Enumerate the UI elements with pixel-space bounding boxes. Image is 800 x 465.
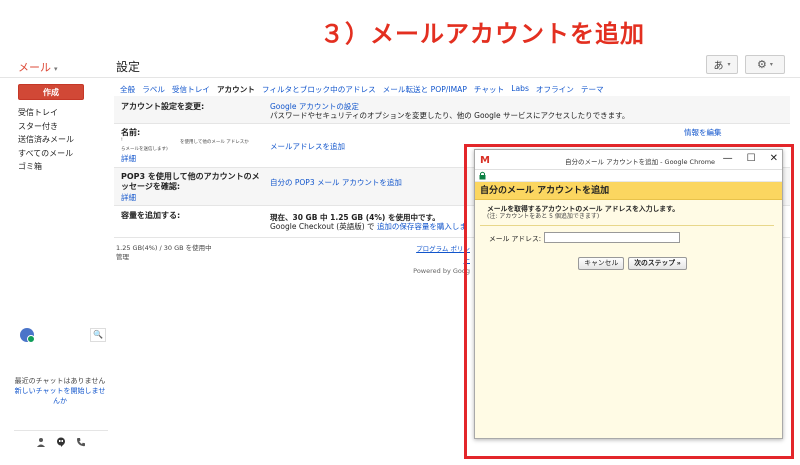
- chevron-down-icon: ▾: [727, 61, 731, 68]
- window-controls: — ☐ ✕: [723, 153, 778, 164]
- dialog-buttons: キャンセル 次のステップ »: [495, 257, 770, 270]
- start-chat-link[interactable]: 新しいチャットを開始しませんか: [12, 386, 108, 406]
- program-policy-link[interactable]: プログラム ポリシー: [410, 244, 470, 266]
- sidebar-item-trash[interactable]: ゴミ箱: [18, 160, 108, 174]
- next-step-button[interactable]: 次のステップ »: [628, 257, 687, 270]
- compose-button[interactable]: 作成: [18, 84, 84, 100]
- page-title: 設定: [116, 60, 141, 74]
- edit-info-link[interactable]: 情報を編集: [684, 127, 722, 138]
- chevron-down-icon: ▾: [769, 61, 773, 68]
- mail-dropdown[interactable]: メール ▾: [18, 59, 58, 75]
- tab-labs[interactable]: Labs: [511, 84, 529, 95]
- sidebar-item-all-mail[interactable]: すべてのメール: [18, 147, 108, 161]
- row-label: 容量を追加する:: [121, 211, 181, 220]
- tab-offline[interactable]: オフライン: [536, 84, 574, 95]
- sidebar-item-sent[interactable]: 送信済みメール: [18, 133, 108, 147]
- avatar[interactable]: [20, 328, 35, 343]
- row-description: パスワードやセキュリティのオプションを変更したり、他の Google サービスに…: [270, 111, 630, 120]
- chat-empty-text: 最近のチャットはありません: [14, 377, 106, 385]
- powered-by-text: Powered by Goog: [413, 267, 470, 275]
- add-pop3-account-link[interactable]: 自分の POP3 メール アカウントを追加: [270, 177, 402, 188]
- dialog-note: (注: アカウントをあと 5 個追加できます): [487, 213, 600, 220]
- chevron-down-icon: ▾: [54, 65, 58, 73]
- chat-empty-state: 最近のチャットはありません 新しいチャットを開始しませんか: [12, 376, 108, 406]
- sidebar-nav: 受信トレイ スター付き 送信済みメール すべてのメール ゴミ箱: [18, 106, 108, 174]
- dialog-body: メールを取得するアカウントのメール アドレスを入力します。 (注: アカウントを…: [475, 200, 782, 275]
- settings-gear-button[interactable]: ⚙ ▾: [745, 55, 785, 74]
- row-label: POP3 を使用して他のアカウントのメッセージを確認:: [121, 172, 260, 191]
- dialog-header: 自分のメール アカウントを追加: [475, 182, 782, 200]
- input-tools-button[interactable]: あ ▾: [706, 55, 738, 74]
- send-as-details-link[interactable]: 詳細: [121, 153, 136, 164]
- search-icon[interactable]: 🔍: [90, 328, 106, 342]
- sidebar-item-starred[interactable]: スター付き: [18, 120, 108, 134]
- add-account-dialog: M 自分のメール アカウントを追加 - Google Chrome — ☐ ✕ …: [474, 149, 783, 439]
- cancel-button[interactable]: キャンセル: [578, 257, 625, 270]
- tab-forwarding[interactable]: メール転送と POP/IMAP: [383, 84, 467, 95]
- secure-address-bar: [475, 170, 782, 182]
- tab-general[interactable]: 全般: [120, 84, 135, 95]
- close-icon[interactable]: ✕: [770, 153, 778, 164]
- tab-labels[interactable]: ラベル: [142, 84, 165, 95]
- tab-filters[interactable]: フィルタとブロック中のアドレス: [262, 84, 376, 95]
- send-as-note: を使用して他のメール アドレスか: [180, 140, 249, 145]
- chat-roster-header: 🔍: [14, 323, 108, 347]
- tab-themes[interactable]: テーマ: [581, 84, 604, 95]
- page-headline: ３）メールアカウントを追加: [320, 20, 645, 48]
- tab-chat[interactable]: チャット: [474, 84, 504, 95]
- row-label: 名前:: [121, 128, 141, 137]
- mail-dropdown-label: メール: [18, 61, 51, 74]
- email-field[interactable]: [544, 232, 681, 243]
- hangouts-icon[interactable]: [56, 437, 66, 447]
- send-as-note-2: らメールを送信します): [121, 147, 168, 152]
- storage-checkout-text: Google Checkout (英語版) で 追加の保存容量を購入しま: [270, 221, 467, 232]
- pop3-details-link[interactable]: 詳細: [121, 192, 136, 203]
- sidebar-item-inbox[interactable]: 受信トレイ: [18, 106, 108, 120]
- gmail-top-bar: メール ▾ 設定 あ ▾ ⚙ ▾: [0, 52, 800, 78]
- dialog-instruction: メールを取得するアカウントのメール アドレスを入力します。: [487, 205, 679, 213]
- footer-right: プログラム ポリシー Powered by Goog: [410, 244, 470, 277]
- add-address-link[interactable]: メールアドレスを追加: [270, 141, 345, 152]
- email-field-label: メール アドレス:: [489, 234, 542, 243]
- send-as-note-bang: !: [121, 138, 123, 143]
- manage-link[interactable]: 管理: [116, 253, 212, 262]
- input-tools-label: あ: [713, 61, 724, 72]
- minimize-icon[interactable]: —: [723, 153, 733, 164]
- window-title: 自分のメール アカウントを追加 - Google Chrome: [565, 158, 716, 166]
- row-label: アカウント設定を変更:: [121, 102, 205, 111]
- buy-storage-link[interactable]: 追加の保存容量を購入しま: [377, 222, 467, 231]
- gmail-logo-icon: M: [480, 155, 490, 166]
- maximize-icon[interactable]: ☐: [747, 153, 756, 164]
- lock-icon: [479, 171, 486, 180]
- storage-usage-footer: 1.25 GB(4%) / 30 GB を使用中: [116, 244, 212, 252]
- tab-inbox[interactable]: 受信トレイ: [172, 84, 210, 95]
- email-field-row: メール アドレス:: [489, 232, 770, 243]
- chat-divider: [14, 430, 108, 431]
- storage-footer: 1.25 GB(4%) / 30 GB を使用中 管理: [116, 244, 212, 262]
- checkout-label: Google Checkout (英語版) で: [270, 222, 375, 231]
- person-icon[interactable]: [36, 437, 46, 447]
- chrome-window-titlebar: M 自分のメール アカウントを追加 - Google Chrome — ☐ ✕: [475, 150, 782, 170]
- settings-tabs: 全般 ラベル 受信トレイ アカウント フィルタとブロック中のアドレス メール転送…: [120, 84, 604, 95]
- dialog-divider: [480, 225, 774, 226]
- phone-icon[interactable]: [76, 437, 86, 447]
- row-change-account: アカウント設定を変更: Google アカウントの設定 パスワードやセキュリティ…: [114, 96, 790, 124]
- gear-icon: ⚙: [757, 58, 767, 71]
- chat-footer-icons: [36, 437, 86, 447]
- tab-accounts[interactable]: アカウント: [217, 84, 255, 95]
